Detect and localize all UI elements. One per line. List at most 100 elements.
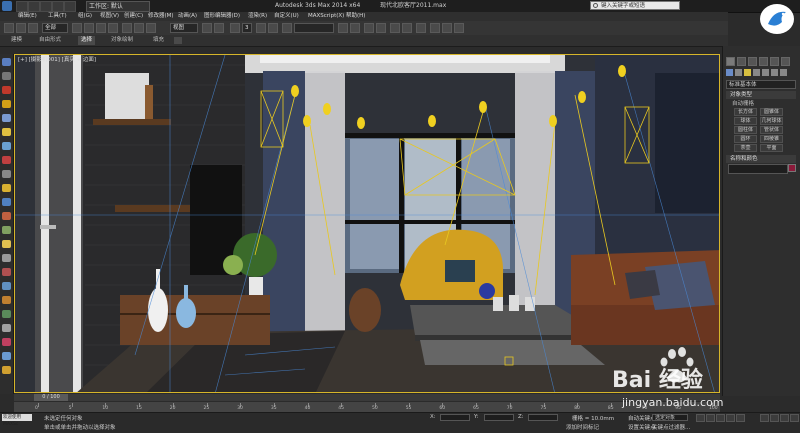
render-teapot-icon[interactable] bbox=[454, 23, 464, 33]
graphite-tools-icon[interactable] bbox=[376, 23, 386, 33]
named-selection-icon[interactable] bbox=[282, 23, 292, 33]
snap-toggle-icon[interactable] bbox=[230, 23, 240, 33]
modify-tab-icon[interactable] bbox=[737, 57, 746, 66]
menu-views[interactable]: 视图(V) bbox=[100, 12, 119, 21]
align-icon[interactable] bbox=[350, 23, 360, 33]
ribbon-tab-modeling[interactable]: 建模 bbox=[8, 36, 25, 45]
object-color-swatch[interactable] bbox=[788, 164, 796, 172]
teapot-button[interactable]: 茶壶 bbox=[734, 144, 757, 152]
pivot-center-icon[interactable] bbox=[202, 23, 212, 33]
ribbon-tab-selection[interactable]: 选择 bbox=[78, 36, 96, 45]
autogrid-checkbox[interactable]: 自动栅格 bbox=[732, 99, 754, 107]
search-input[interactable]: 键入关键字或短语 bbox=[590, 1, 680, 10]
sphere-button[interactable]: 球体 bbox=[734, 117, 757, 125]
redo-icon[interactable] bbox=[64, 1, 76, 12]
menu-group[interactable]: 组(G) bbox=[78, 12, 92, 21]
cone-button[interactable]: 圆锥体 bbox=[760, 108, 783, 116]
angle-snap-icon[interactable] bbox=[256, 23, 266, 33]
ribbon-tab-populate[interactable]: 填充 bbox=[150, 36, 167, 45]
toolbar-icon-7[interactable] bbox=[2, 142, 11, 150]
toolbar-icon-15[interactable] bbox=[2, 254, 11, 262]
next-frame-icon[interactable] bbox=[726, 414, 735, 422]
play-icon[interactable] bbox=[716, 414, 725, 422]
reference-coordinate-dropdown[interactable]: 视图 bbox=[170, 23, 198, 33]
camera-viewport[interactable] bbox=[14, 54, 720, 393]
ribbon-tab-freeform[interactable]: 自由形式 bbox=[36, 36, 64, 45]
menu-maxscript[interactable]: MAXScript(X) bbox=[308, 12, 344, 21]
add-time-tag[interactable]: 添加时间标记 bbox=[566, 423, 599, 431]
undo-icon[interactable] bbox=[4, 23, 14, 33]
viewport-label[interactable]: [+] [摄影机001] [真实 + 边面] bbox=[18, 55, 96, 63]
menu-edit[interactable]: 编辑(E) bbox=[18, 12, 37, 21]
z-coordinate-field[interactable] bbox=[528, 414, 558, 421]
pan-icon[interactable] bbox=[770, 414, 779, 422]
menu-modifiers[interactable]: 修改器(M) bbox=[148, 12, 174, 21]
previous-frame-icon[interactable] bbox=[706, 414, 715, 422]
menu-create[interactable]: 创建(C) bbox=[124, 12, 143, 21]
selection-filter-dropdown[interactable]: 全部 bbox=[42, 23, 68, 33]
open-file-icon[interactable] bbox=[28, 1, 40, 12]
menu-tools[interactable]: 工具(T) bbox=[48, 12, 67, 21]
sun-icon[interactable] bbox=[2, 240, 11, 248]
motion-tab-icon[interactable] bbox=[759, 57, 768, 66]
box-button[interactable]: 长方体 bbox=[734, 108, 757, 116]
systems-icon[interactable] bbox=[780, 69, 787, 76]
geosphere-button[interactable]: 几何球体 bbox=[760, 117, 783, 125]
helpers-icon[interactable] bbox=[762, 69, 769, 76]
key-filters-button[interactable]: 关键点过滤器... bbox=[652, 423, 690, 431]
new-file-icon[interactable] bbox=[16, 1, 28, 12]
mirror-icon[interactable] bbox=[338, 23, 348, 33]
name-color-rollout[interactable]: 名称和颜色 bbox=[726, 155, 796, 163]
toolbar-icon-20[interactable] bbox=[2, 324, 11, 332]
pyramid-button[interactable]: 四棱锥 bbox=[760, 135, 783, 143]
snap-spinner[interactable]: 3 bbox=[242, 23, 252, 33]
select-by-name-icon[interactable] bbox=[84, 23, 94, 33]
select-manipulate-icon[interactable] bbox=[214, 23, 224, 33]
toolbar-icon-3[interactable] bbox=[2, 86, 11, 94]
menu-help[interactable]: 帮助(H) bbox=[346, 12, 365, 21]
menu-graph-editors[interactable]: 图形编辑器(D) bbox=[204, 12, 240, 21]
toolbar-icon-19[interactable] bbox=[2, 310, 11, 318]
material-editor-icon[interactable] bbox=[416, 23, 426, 33]
schematic-view-icon[interactable] bbox=[402, 23, 412, 33]
menu-rendering[interactable]: 渲染(R) bbox=[248, 12, 267, 21]
toolbar-icon-18[interactable] bbox=[2, 296, 11, 304]
create-tab-icon[interactable] bbox=[726, 57, 735, 66]
object-category-dropdown[interactable]: 标准基本体 bbox=[726, 80, 796, 89]
object-type-rollout[interactable]: 对象类型 bbox=[726, 91, 796, 99]
move-icon[interactable] bbox=[122, 23, 132, 33]
shapes-icon[interactable] bbox=[735, 69, 742, 76]
container-icon[interactable] bbox=[2, 58, 11, 66]
rendered-frame-window-icon[interactable] bbox=[442, 23, 452, 33]
named-selection-sets-dropdown[interactable] bbox=[294, 23, 334, 33]
window-crossing-icon[interactable] bbox=[108, 23, 118, 33]
toolbar-icon-17[interactable] bbox=[2, 282, 11, 290]
lights-icon[interactable] bbox=[744, 69, 751, 76]
toolbar-icon-16[interactable] bbox=[2, 268, 11, 276]
rect-selection-icon[interactable] bbox=[96, 23, 106, 33]
time-slider-thumb[interactable]: 0 / 100 bbox=[34, 394, 68, 401]
toolbar-icon-10[interactable] bbox=[2, 184, 11, 192]
link-icon[interactable] bbox=[28, 23, 38, 33]
go-to-end-icon[interactable] bbox=[736, 414, 745, 422]
maximize-viewport-icon[interactable] bbox=[790, 414, 799, 422]
display-tab-icon[interactable] bbox=[770, 57, 779, 66]
go-to-start-icon[interactable] bbox=[696, 414, 705, 422]
toolbar-icon-12[interactable] bbox=[2, 212, 11, 220]
app-logo-icon[interactable] bbox=[2, 1, 12, 11]
redo-icon[interactable] bbox=[16, 23, 26, 33]
layer-manager-icon[interactable] bbox=[364, 23, 374, 33]
menu-animation[interactable]: 动画(A) bbox=[178, 12, 197, 21]
geometry-icon[interactable] bbox=[726, 69, 733, 76]
ribbon-toggle-icon[interactable] bbox=[174, 37, 182, 44]
select-object-icon[interactable] bbox=[72, 23, 82, 33]
toolbar-icon-5[interactable] bbox=[2, 114, 11, 122]
cylinder-button[interactable]: 圆柱体 bbox=[734, 126, 757, 134]
x-coordinate-field[interactable] bbox=[440, 414, 470, 421]
curve-editor-icon[interactable] bbox=[390, 23, 400, 33]
menu-customize[interactable]: 自定义(U) bbox=[274, 12, 299, 21]
orbit-icon[interactable] bbox=[780, 414, 789, 422]
y-coordinate-field[interactable] bbox=[484, 414, 514, 421]
scale-icon[interactable] bbox=[146, 23, 156, 33]
toolbar-icon-4[interactable] bbox=[2, 100, 11, 108]
